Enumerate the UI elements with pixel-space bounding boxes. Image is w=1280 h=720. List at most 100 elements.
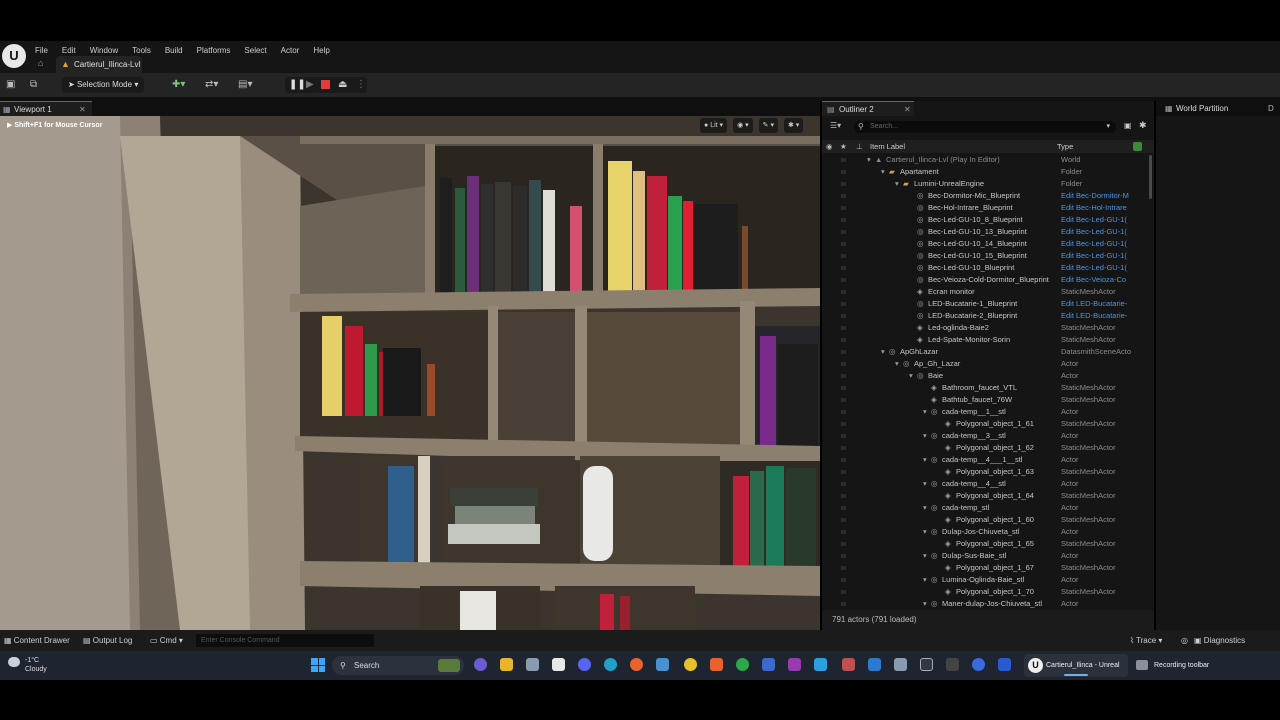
menu-platforms[interactable]: Platforms: [197, 45, 231, 58]
edit-blueprint-link[interactable]: Edit Bec-Dormitor-M: [1061, 190, 1133, 202]
level-viewport[interactable]: ▶ Shift+F1 for Mouse Cursor ● Lit ▾ ◉ ▾ …: [0, 116, 820, 630]
expand-arrow-icon[interactable]: ▾: [923, 550, 927, 562]
mail-icon[interactable]: [894, 658, 907, 671]
visibility-toggle-icon[interactable]: [841, 266, 846, 270]
outliner-row[interactable]: ◈ Polygonal_object_1_62 StaticMeshActor: [822, 442, 1148, 454]
unreal-logo-icon[interactable]: U: [2, 44, 26, 68]
derived-data-icon[interactable]: ◎: [1181, 630, 1188, 651]
filter-icon[interactable]: ☰▾: [830, 121, 841, 130]
visibility-toggle-icon[interactable]: [841, 458, 846, 462]
outliner-row[interactable]: ▾ ◎ cada-temp__1__stl Actor: [822, 406, 1148, 418]
close-icon[interactable]: ✕: [904, 102, 911, 117]
outliner-row[interactable]: ▾ ◎ cada-temp__4___1__stl Actor: [822, 454, 1148, 466]
level-tab[interactable]: ▲ Cartierul_Ilinca-Lvl: [56, 56, 142, 73]
expand-arrow-icon[interactable]: ▾: [881, 166, 885, 178]
close-icon[interactable]: ✕: [79, 102, 86, 117]
outliner-row[interactable]: ◈ Polygonal_object_1_70 StaticMeshActor: [822, 586, 1148, 598]
security-icon[interactable]: [762, 658, 775, 671]
outliner-row[interactable]: ◈ Led-oglinda-Baie2 StaticMeshActor: [822, 322, 1148, 334]
add-folder-icon[interactable]: ▣: [1124, 121, 1132, 130]
visibility-toggle-icon[interactable]: [841, 554, 846, 558]
expand-arrow-icon[interactable]: ▾: [923, 598, 927, 610]
visibility-eye-icon[interactable]: ◉: [826, 140, 833, 153]
vscode-icon[interactable]: [868, 658, 881, 671]
console-command-input[interactable]: Enter Console Command: [196, 634, 374, 647]
visibility-toggle-icon[interactable]: [841, 206, 846, 210]
visibility-toggle-icon[interactable]: [841, 494, 846, 498]
visibility-toggle-icon[interactable]: [841, 446, 846, 450]
details-tab[interactable]: D: [1268, 101, 1274, 116]
outliner-row[interactable]: ◈ Polygonal_object_1_61 StaticMeshActor: [822, 418, 1148, 430]
edit-blueprint-link[interactable]: Edit Bec-Hol-Intrare: [1061, 202, 1133, 214]
menu-actor[interactable]: Actor: [281, 45, 300, 58]
edit-blueprint-link[interactable]: Edit LED-Bucatarie-: [1061, 310, 1133, 322]
outliner-row[interactable]: ▾ ▲ Cartierul_Ilinca-Lvl (Play In Editor) W…: [822, 154, 1148, 166]
expand-arrow-icon[interactable]: ▾: [923, 478, 927, 490]
expand-arrow-icon[interactable]: ▾: [895, 178, 899, 190]
outliner-row[interactable]: ◈ Polygonal_object_1_60 StaticMeshActor: [822, 514, 1148, 526]
outliner-row[interactable]: ◈ Ecran monitor StaticMeshActor: [822, 286, 1148, 298]
outliner-row[interactable]: ▾ ◎ cada-temp__3__stl Actor: [822, 430, 1148, 442]
visibility-toggle-icon[interactable]: [841, 506, 846, 510]
edge-icon[interactable]: [604, 658, 617, 671]
cinematics-icon[interactable]: ▤▾: [238, 77, 252, 93]
visibility-toggle-icon[interactable]: [841, 218, 846, 222]
visibility-toggle-icon[interactable]: [841, 170, 846, 174]
edit-blueprint-link[interactable]: Edit Bec-Led-GU-1(: [1061, 262, 1133, 274]
source-control-icon[interactable]: [1133, 142, 1142, 151]
expand-arrow-icon[interactable]: ▾: [909, 370, 913, 382]
outliner-row[interactable]: ▾ ◎ cada-temp__4__stl Actor: [822, 478, 1148, 490]
visibility-toggle-icon[interactable]: [841, 254, 846, 258]
world-partition-tab[interactable]: ▦ World Partition D: [1156, 101, 1280, 116]
outliner-row[interactable]: ◎ Bec-Led-GU-10_8_Blueprint Edit Bec-Led-G…: [822, 214, 1148, 226]
file-explorer-icon[interactable]: [500, 658, 513, 671]
expand-arrow-icon[interactable]: ▾: [923, 454, 927, 466]
outliner-row[interactable]: ◎ Bec-Dormitor-Mic_Blueprint Edit Bec-Dorm…: [822, 190, 1148, 202]
content-browser-icon[interactable]: ⧉: [30, 77, 37, 93]
selection-mode-dropdown[interactable]: ➤ Selection Mode ▾: [62, 77, 145, 93]
xbox-icon[interactable]: [736, 658, 749, 671]
edit-blueprint-link[interactable]: Edit Bec-Led-GU-1(: [1061, 226, 1133, 238]
expand-arrow-icon[interactable]: ▾: [923, 502, 927, 514]
viewport-tab[interactable]: ▦ Viewport 1 ✕: [0, 101, 92, 116]
outliner-row[interactable]: ▾ ◎ Lumina-Oglinda-Baie_stl Actor: [822, 574, 1148, 586]
eject-icon[interactable]: ⏏: [338, 77, 347, 93]
outliner-row[interactable]: ▾ ◎ cada-temp_stl Actor: [822, 502, 1148, 514]
store-icon[interactable]: [552, 658, 565, 671]
item-label-column[interactable]: Item Label: [870, 140, 905, 153]
type-column[interactable]: Type: [1057, 140, 1073, 153]
edit-blueprint-link[interactable]: Edit Bec-Led-GU-1(: [1061, 238, 1133, 250]
diagnostics-button[interactable]: ▣ Diagnostics: [1194, 630, 1245, 651]
visibility-toggle-icon[interactable]: [841, 530, 846, 534]
outliner-row[interactable]: ◈ Polygonal_object_1_65 StaticMeshActor: [822, 538, 1148, 550]
add-actor-icon[interactable]: ✚▾: [172, 77, 185, 93]
favorite-star-icon[interactable]: ★: [840, 140, 847, 153]
network-tool-icon[interactable]: [656, 658, 669, 671]
start-windows-icon[interactable]: [311, 658, 325, 672]
edit-blueprint-link[interactable]: Edit LED-Bucatarie-: [1061, 298, 1133, 310]
content-drawer-button[interactable]: ▦ Content Drawer: [4, 630, 70, 651]
expand-arrow-icon[interactable]: ▾: [867, 154, 871, 166]
outliner-tab[interactable]: ▤ Outliner 2 ✕: [822, 101, 914, 116]
outliner-row[interactable]: ◈ Bathroom_faucet_VTL StaticMeshActor: [822, 382, 1148, 394]
pause-icon[interactable]: ❚❚: [289, 77, 306, 93]
home-icon[interactable]: ⌂: [38, 58, 43, 68]
outliner-row[interactable]: ▾ ◎ Maner-dulap-Jos-Chiuveta_stl Actor: [822, 598, 1148, 610]
chevron-down-icon[interactable]: ▾: [1106, 121, 1110, 133]
visibility-toggle-icon[interactable]: [841, 350, 846, 354]
visibility-toggle-icon[interactable]: [841, 518, 846, 522]
expand-arrow-icon[interactable]: ▾: [923, 406, 927, 418]
cmd-dropdown[interactable]: ▭ Cmd ▾: [150, 630, 183, 651]
outliner-row[interactable]: ▾ ◎ Baie Actor: [822, 370, 1148, 382]
expand-arrow-icon[interactable]: ▾: [881, 346, 885, 358]
outliner-row[interactable]: ◎ Bec-Led-GU-10_13_Blueprint Edit Bec-Led-…: [822, 226, 1148, 238]
outliner-row[interactable]: ▾ ◎ Dulap-Sus-Baie_stl Actor: [822, 550, 1148, 562]
visibility-toggle-icon[interactable]: [841, 602, 846, 606]
visibility-toggle-icon[interactable]: [841, 410, 846, 414]
visibility-toggle-icon[interactable]: [841, 314, 846, 318]
outliner-row[interactable]: ◎ Bec-Veioza-Cold-Dormitor_Blueprint Edit …: [822, 274, 1148, 286]
outliner-row[interactable]: ◎ Bec-Led-GU-10_15_Blueprint Edit Bec-Led-…: [822, 250, 1148, 262]
remote-desktop-icon[interactable]: [998, 658, 1011, 671]
menu-file[interactable]: File: [35, 45, 48, 58]
paint-icon[interactable]: [842, 658, 855, 671]
